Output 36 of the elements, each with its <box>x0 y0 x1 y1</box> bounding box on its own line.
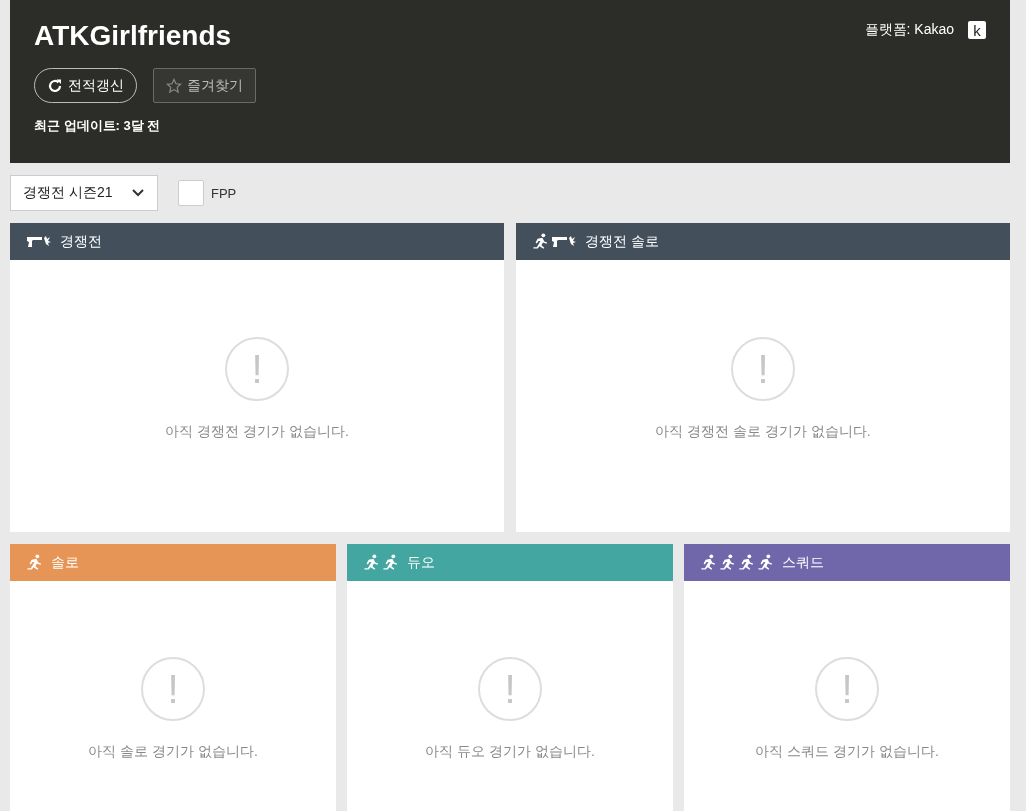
panel-title: 듀오 <box>407 553 435 572</box>
fpp-label: FPP <box>211 185 237 201</box>
last-update-text: 최근 업데이트: 3달 전 <box>34 117 162 135</box>
player-name: ATKGirlfriends <box>34 20 233 52</box>
runner-icon <box>382 554 399 571</box>
runner-icon <box>363 554 380 571</box>
alert-icon: ! <box>225 337 289 401</box>
platform-badge: k <box>968 21 986 39</box>
empty-message: 아직 경쟁전 솔로 경기가 없습니다. <box>655 423 871 441</box>
fpp-checkbox[interactable] <box>178 180 204 206</box>
runner-icon <box>738 554 755 571</box>
runner-icon <box>757 554 774 571</box>
pistol-icon <box>551 234 577 249</box>
runner-icon <box>26 554 43 571</box>
panel-title: 스쿼드 <box>782 553 824 572</box>
runner-icon <box>719 554 736 571</box>
alert-icon: ! <box>141 657 205 721</box>
favorite-button[interactable]: 즐겨찾기 <box>153 68 256 103</box>
season-dropdown[interactable]: 경쟁전 시즌21 <box>10 175 158 211</box>
alert-icon: ! <box>478 657 542 721</box>
empty-message: 아직 경쟁전 경기가 없습니다. <box>165 423 349 441</box>
empty-message: 아직 솔로 경기가 없습니다. <box>88 743 258 761</box>
pistol-icon <box>26 234 52 249</box>
panel-title: 솔로 <box>51 553 79 572</box>
runner-icon <box>700 554 717 571</box>
chevron-down-icon <box>131 188 145 198</box>
runner-icon <box>532 233 549 250</box>
panel-title: 경쟁전 <box>60 232 102 251</box>
platform-label: 플랫폼: Kakao <box>864 21 954 39</box>
empty-message: 아직 듀오 경기가 없습니다. <box>425 743 595 761</box>
refresh-icon <box>47 77 63 94</box>
alert-icon: ! <box>731 337 795 401</box>
panel-title: 경쟁전 솔로 <box>585 232 659 251</box>
star-icon <box>166 77 182 94</box>
alert-icon: ! <box>815 657 879 721</box>
empty-message: 아직 스쿼드 경기가 없습니다. <box>755 743 939 761</box>
